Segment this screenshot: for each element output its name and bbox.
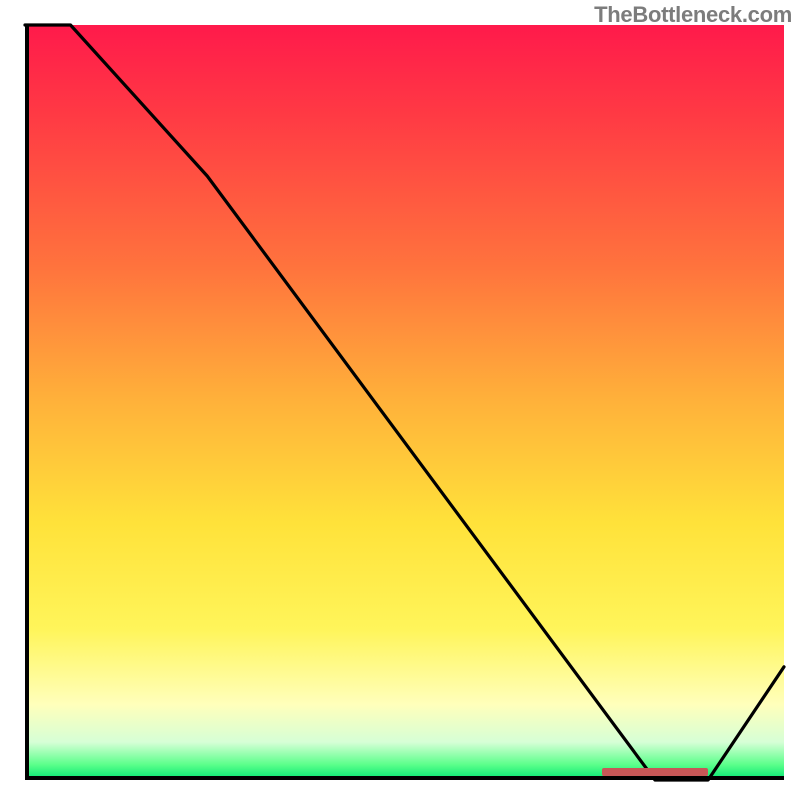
plot-area	[25, 25, 784, 780]
curve-path	[25, 25, 784, 780]
line-curve	[25, 25, 784, 780]
chart-container: TheBottleneck.com	[0, 0, 800, 800]
optimal-range-marker	[602, 768, 708, 776]
